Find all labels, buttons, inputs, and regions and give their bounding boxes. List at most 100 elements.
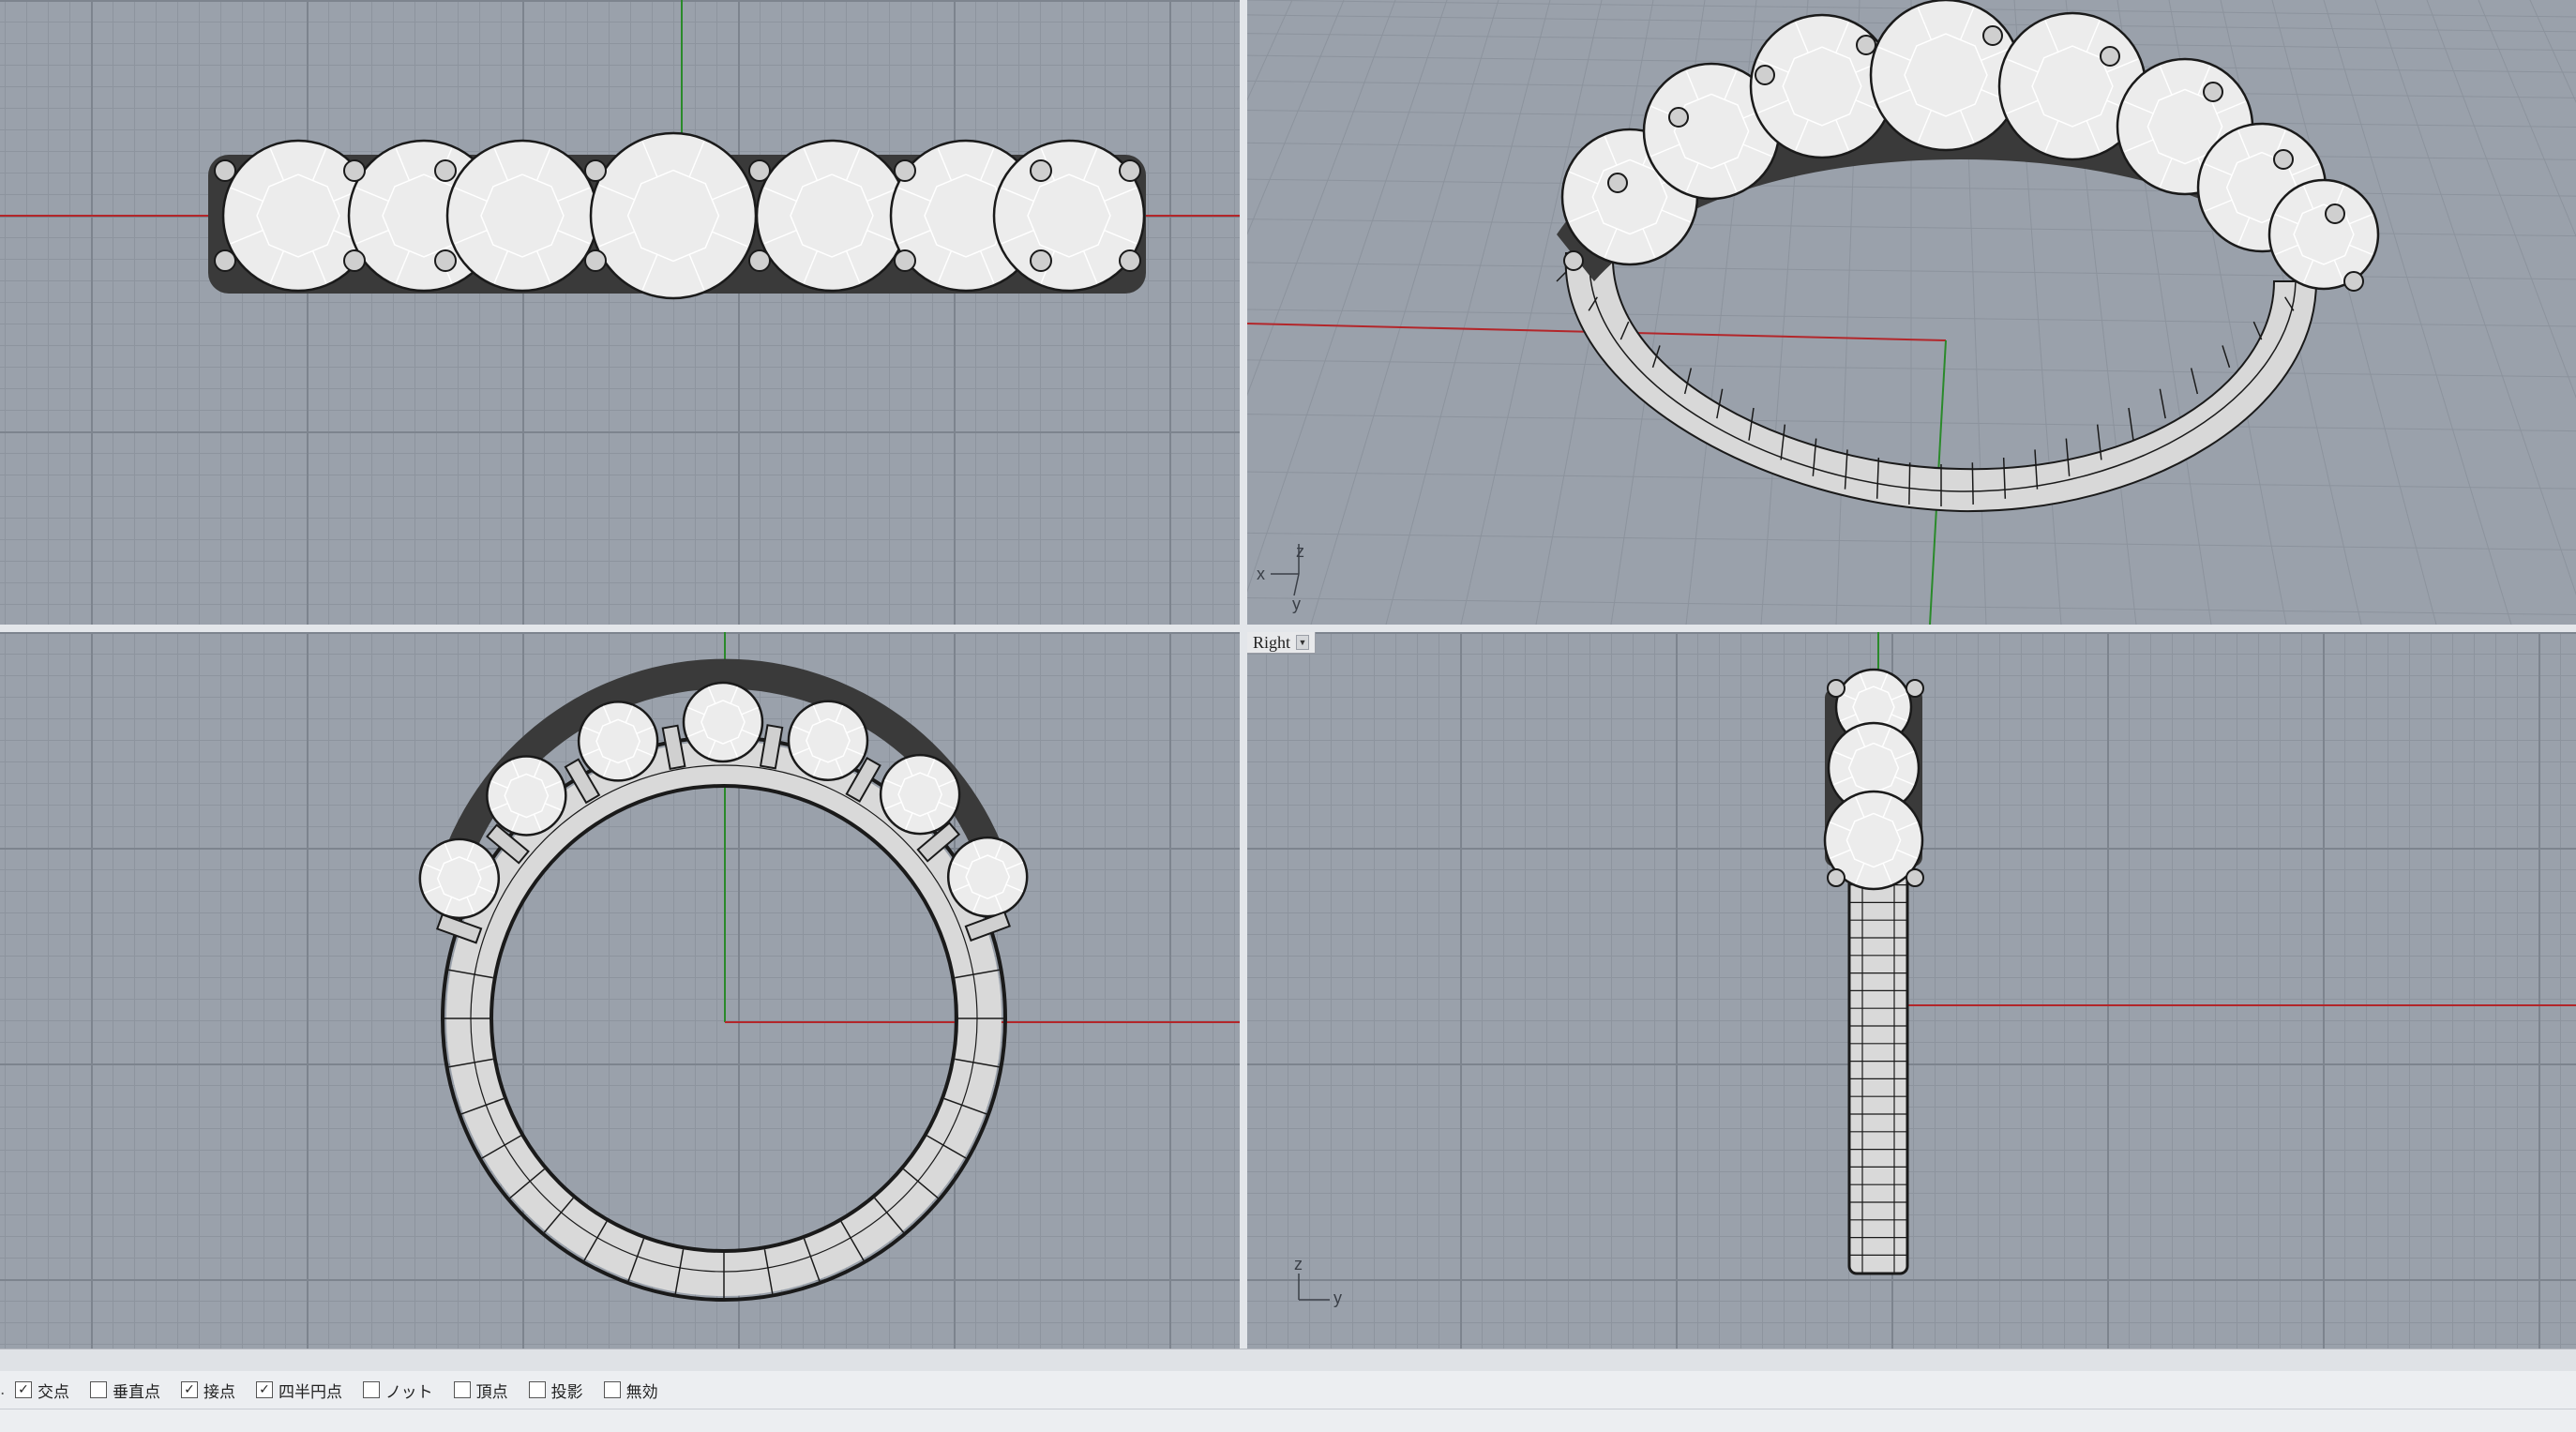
wire-line bbox=[2128, 407, 2134, 441]
gem-stone bbox=[787, 700, 869, 781]
prong bbox=[2100, 46, 2120, 67]
grid-line bbox=[1247, 0, 1293, 101]
prong bbox=[1755, 65, 1775, 85]
gem-stone bbox=[992, 139, 1146, 293]
osnap-checkbox[interactable]: ✓ bbox=[181, 1381, 198, 1398]
prong bbox=[2273, 149, 2294, 170]
gem-stone bbox=[418, 837, 501, 920]
gizmo-z-label: z bbox=[1296, 542, 1304, 561]
ring-model-perspective bbox=[1556, 0, 2380, 513]
gem-stone bbox=[589, 131, 758, 300]
prong bbox=[434, 159, 457, 182]
osnap-label: 頂点 bbox=[475, 1382, 508, 1402]
osnap-option[interactable]: 投影 bbox=[528, 1379, 583, 1402]
wire-line bbox=[2252, 321, 2263, 340]
osnap-checkbox[interactable] bbox=[363, 1381, 380, 1398]
prong bbox=[584, 249, 607, 272]
prong bbox=[1607, 173, 1628, 193]
prong bbox=[1119, 159, 1141, 182]
prong bbox=[2203, 82, 2223, 102]
osnap-option[interactable]: 頂点 bbox=[453, 1379, 508, 1402]
prong bbox=[1827, 679, 1845, 698]
osnap-checkbox[interactable]: ✓ bbox=[256, 1381, 273, 1398]
grid-line bbox=[2529, 0, 2576, 103]
gem-stone bbox=[946, 836, 1029, 918]
prong bbox=[214, 249, 236, 272]
viewport-right[interactable]: z y Right ▼ bbox=[1247, 632, 2576, 1349]
osnap-option[interactable]: ✓ 四半円点 bbox=[256, 1379, 342, 1402]
gem-stone bbox=[445, 139, 599, 293]
chevron-down-icon[interactable]: ▼ bbox=[1296, 635, 1310, 650]
wire-line bbox=[1908, 462, 1911, 505]
osnap-checkbox[interactable] bbox=[603, 1381, 621, 1398]
grid-line bbox=[2426, 0, 2576, 399]
viewport-perspective[interactable]: z x y bbox=[1247, 0, 2576, 625]
osnap-option[interactable]: 垂直点 bbox=[90, 1379, 160, 1402]
wire-line bbox=[1971, 462, 1974, 505]
front-view-canvas bbox=[418, 632, 1240, 1302]
grid-line bbox=[1247, 0, 1345, 235]
osnap-label: 垂直点 bbox=[113, 1382, 160, 1402]
osnap-label: 四半円点 bbox=[279, 1382, 342, 1402]
prong bbox=[1827, 868, 1845, 887]
gem-row bbox=[1557, 0, 2380, 292]
viewport-splitter-horizontal[interactable] bbox=[0, 625, 2576, 632]
wire-line bbox=[2159, 388, 2166, 419]
osnap-option[interactable]: 無効 bbox=[603, 1379, 658, 1402]
prong bbox=[2325, 203, 2345, 224]
gizmo-y-label: y bbox=[1333, 1289, 1342, 1307]
osnap-label: 交点 bbox=[38, 1382, 69, 1402]
status-band bbox=[0, 1349, 2576, 1372]
prong bbox=[343, 159, 366, 182]
prong bbox=[584, 159, 607, 182]
osnap-checkbox[interactable] bbox=[528, 1381, 546, 1398]
prong bbox=[894, 159, 916, 182]
gem-stone bbox=[1869, 0, 2023, 152]
osnap-checkbox[interactable] bbox=[453, 1381, 471, 1398]
osnap-option[interactable]: ✓ 交点 bbox=[15, 1379, 69, 1402]
osnap-option[interactable]: ✓ 接点 bbox=[181, 1379, 235, 1402]
osnap-checkbox[interactable]: ✓ bbox=[15, 1381, 32, 1398]
viewport-splitter-vertical[interactable] bbox=[1240, 0, 1247, 1349]
grid-line bbox=[2374, 0, 2576, 596]
gem-stone bbox=[755, 139, 909, 293]
gem-stone bbox=[486, 755, 567, 837]
grid-line bbox=[1247, 0, 1448, 594]
gem-stone bbox=[879, 753, 961, 836]
prong bbox=[1030, 159, 1052, 182]
grid-line bbox=[1247, 0, 1396, 397]
perspective-view-canvas: z x y bbox=[1247, 0, 2576, 625]
prong bbox=[1563, 250, 1584, 271]
bottom-status-bar bbox=[0, 1409, 2576, 1432]
top-view-canvas bbox=[0, 0, 1240, 300]
grid-line bbox=[2478, 0, 2576, 238]
toolbar-edge-mark: . bbox=[0, 1380, 6, 1399]
viewport-top[interactable] bbox=[0, 0, 1240, 625]
prong bbox=[1030, 249, 1052, 272]
prong bbox=[894, 249, 916, 272]
osnap-label: 接点 bbox=[203, 1382, 235, 1402]
gizmo-y-line bbox=[1293, 573, 1300, 596]
viewport-front[interactable] bbox=[0, 632, 1240, 1349]
gem-stack bbox=[1823, 668, 1924, 891]
osnap-label: ノット bbox=[385, 1382, 433, 1402]
gem-stone bbox=[577, 701, 659, 782]
prong bbox=[1668, 107, 1689, 128]
viewport-title-right[interactable]: Right ▼ bbox=[1247, 632, 1317, 654]
wire-line bbox=[1556, 271, 1567, 282]
gem-stone bbox=[2267, 178, 2380, 291]
right-view-canvas: z y bbox=[1294, 632, 2576, 1307]
osnap-checkbox[interactable] bbox=[90, 1381, 107, 1398]
prong bbox=[214, 159, 236, 182]
grid-line bbox=[2323, 0, 2512, 625]
prong bbox=[2343, 271, 2364, 292]
prong bbox=[1906, 868, 1924, 887]
gem-stone bbox=[682, 681, 764, 763]
osnap-option[interactable]: ノット bbox=[363, 1379, 433, 1402]
prong bbox=[1119, 249, 1141, 272]
gizmo-y-label: y bbox=[1292, 595, 1301, 613]
axis-gizmo: z x y bbox=[1257, 542, 1304, 613]
osnap-toolbar: . ✓ 交点 垂直点 ✓ 接点 ✓ 四半円点 ノット 頂点 投影 無効 bbox=[0, 1371, 2576, 1409]
prong bbox=[1856, 35, 1876, 55]
viewport-title-text: Right bbox=[1253, 633, 1291, 652]
